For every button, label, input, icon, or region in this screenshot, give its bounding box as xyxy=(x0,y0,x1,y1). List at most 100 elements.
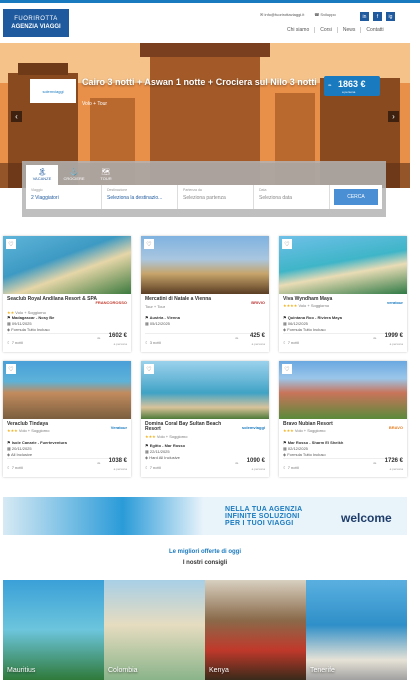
email-link[interactable]: ✉ info@fuorirottaviaggi.it xyxy=(260,12,304,17)
board-text: Hard All Inclusive xyxy=(149,455,180,460)
operator-logo: solemviaggi xyxy=(241,425,265,430)
price-from-label: da xyxy=(235,461,239,465)
price-from-label: da xyxy=(328,83,332,87)
date-text: 06/12/2025 xyxy=(287,321,308,326)
search-button[interactable]: CERCA xyxy=(334,189,378,205)
operator-logo: BRAVO xyxy=(388,425,403,430)
offer-title: Bravo Nubian Resort xyxy=(283,421,333,427)
offer-type: Volo + Soggiorno xyxy=(298,303,330,308)
offer-board: ◈ Hard All Inclusive xyxy=(145,455,180,460)
heart-icon[interactable]: ♡ xyxy=(144,364,154,374)
price-per-label: a persona xyxy=(389,467,403,471)
offer-price: 1999 € xyxy=(384,333,403,339)
promo-banner[interactable]: NELLA TUA AGENZIA INFINITE SOLUZIONI PER… xyxy=(3,497,407,535)
date-text: 22/11/2025 xyxy=(149,449,170,454)
tab-vacanze[interactable]: 🏝 VACANZE xyxy=(26,165,58,185)
offer-date: ▦ 06/12/2025 xyxy=(283,321,308,326)
tab-crociere[interactable]: ⚓ CROCIERE xyxy=(58,165,90,185)
banner-line: NELLA TUA AGENZIA xyxy=(225,506,303,513)
facebook-icon[interactable]: f xyxy=(373,12,382,21)
offer-price: 1602 € xyxy=(108,333,127,339)
destination-tile[interactable]: Kenya xyxy=(205,580,306,680)
offer-title: Veraclub Tindaya xyxy=(7,421,49,427)
offer-nights: ☾ 7 notti xyxy=(283,465,299,470)
travelers-field[interactable]: Viaggio 2 Viaggiatori xyxy=(26,185,102,209)
destination-tile[interactable]: Mauritius xyxy=(3,580,104,680)
offer-card[interactable]: ♡ Veraclub Tindaya Veratour ★★★ Volo + S… xyxy=(3,361,131,477)
phone-text: Sviluppo xyxy=(320,12,336,17)
offer-board: ◈ All Inclusive xyxy=(7,452,33,457)
advice-title: I nostri consigli xyxy=(182,560,228,566)
operator-logo: Veratour xyxy=(110,425,127,430)
palm-icon: 🏝 xyxy=(37,169,47,176)
offer-card[interactable]: ♡ Domina Coral Bay Sultan Beach Resort s… xyxy=(141,361,269,477)
nights-text: 7 notti xyxy=(287,465,299,470)
field-value: Seleziona data xyxy=(259,195,293,201)
price-from-label: da xyxy=(373,461,377,465)
hero-title[interactable]: Cairo 3 notti + Aswan 1 notte + Crociera… xyxy=(82,77,318,87)
phone-link[interactable]: ☎ Sviluppo xyxy=(314,12,335,17)
card-divider xyxy=(145,333,265,334)
destination-tile[interactable]: Tenerife xyxy=(306,580,407,680)
price-from-label: da xyxy=(97,461,101,465)
map-icon: 🗺 xyxy=(101,169,111,176)
offer-image: ♡ xyxy=(3,361,131,419)
offer-date: ▦ 09/11/2025 xyxy=(7,321,32,326)
banner-image xyxy=(3,497,203,535)
offer-price: 1726 € xyxy=(384,458,403,464)
nav-item-chi-siamo[interactable]: Chi siamo xyxy=(282,27,316,33)
tab-tour[interactable]: 🗺 TOUR xyxy=(90,165,122,185)
offer-card[interactable]: ♡ Seaclub Royal Andilana Resort & SPA FR… xyxy=(3,236,131,352)
offer-title: Mercatini di Natale a Vienna xyxy=(145,296,212,302)
offer-nights: ☾ 7 notti xyxy=(145,465,161,470)
slider-next-arrow[interactable]: › xyxy=(388,111,399,122)
hero-price: 1863 € xyxy=(338,79,366,89)
offer-type: Volo + Soggiorno xyxy=(294,428,326,433)
heart-icon[interactable]: ♡ xyxy=(282,364,292,374)
offer-price: 1038 € xyxy=(108,458,127,464)
offer-type: Tour + Tour xyxy=(145,304,166,309)
offer-date: ▦ 22/11/2025 xyxy=(145,449,170,454)
hero-price-box[interactable]: da 1863 € a persona xyxy=(324,76,380,96)
offer-card[interactable]: ♡ Viva Wyndham Maya veratour ★★★★ Volo +… xyxy=(279,236,407,352)
heart-icon[interactable]: ♡ xyxy=(282,239,292,249)
linkedin-icon[interactable]: in xyxy=(360,12,369,21)
heart-icon[interactable]: ♡ xyxy=(144,239,154,249)
price-from-label: da xyxy=(235,336,239,340)
star-icon: ★★★★ xyxy=(283,303,298,308)
instagram-icon[interactable]: ig xyxy=(386,12,395,21)
star-icon: ★★★ xyxy=(7,428,18,433)
offer-card[interactable]: ♡ Mercatini di Natale a Vienna BRIVIO To… xyxy=(141,236,269,352)
heart-icon[interactable]: ♡ xyxy=(6,239,16,249)
destination-name: Mauritius xyxy=(7,667,36,674)
offer-image: ♡ xyxy=(279,361,407,419)
departure-field[interactable]: Partenza da Seleziona partenza xyxy=(178,185,254,209)
nav-item-contatti[interactable]: Contatti xyxy=(361,27,388,33)
offer-title: Domina Coral Bay Sultan Beach Resort xyxy=(145,421,222,432)
star-icon: ★★★ xyxy=(283,428,294,433)
price-from-label: da xyxy=(97,336,101,340)
offer-rating: ★★★★ Volo + Soggiorno xyxy=(283,303,329,308)
destination-field[interactable]: Destinazione Seleziona la destinazio... xyxy=(102,185,178,209)
offer-card[interactable]: ♡ Bravo Nubian Resort BRAVO ★★★ Volo + S… xyxy=(279,361,407,477)
anchor-icon: ⚓ xyxy=(69,169,79,176)
offer-board: ◈ Formula Tutto Incluso xyxy=(283,327,326,332)
offer-price: 1090 € xyxy=(246,458,265,464)
date-field[interactable]: Data Seleziona data xyxy=(254,185,330,209)
field-value: 2 Viaggiatori xyxy=(31,195,59,201)
tab-label: TOUR xyxy=(100,176,112,181)
offer-date: ▦ 05/12/2025 xyxy=(145,321,170,326)
logo-text-sub: AGENZIA VIAGGI xyxy=(11,24,61,30)
site-logo[interactable]: FUORIROTTA AGENZIA VIAGGI xyxy=(3,9,69,37)
destination-name: Kenya xyxy=(209,667,229,674)
heart-icon[interactable]: ♡ xyxy=(6,364,16,374)
field-label: Data xyxy=(259,188,267,192)
email-text: info@fuorirottaviaggi.it xyxy=(264,12,305,17)
destination-tile[interactable]: Colombia xyxy=(104,580,205,680)
tab-label: VACANZE xyxy=(32,176,52,181)
price-per-label: a persona xyxy=(342,90,356,94)
operator-logo: FRANCOROSSO xyxy=(95,300,127,305)
slider-prev-arrow[interactable]: ‹ xyxy=(11,111,22,122)
nav-item-corsi[interactable]: Corsi xyxy=(315,27,338,33)
nav-item-news[interactable]: News xyxy=(338,27,362,33)
